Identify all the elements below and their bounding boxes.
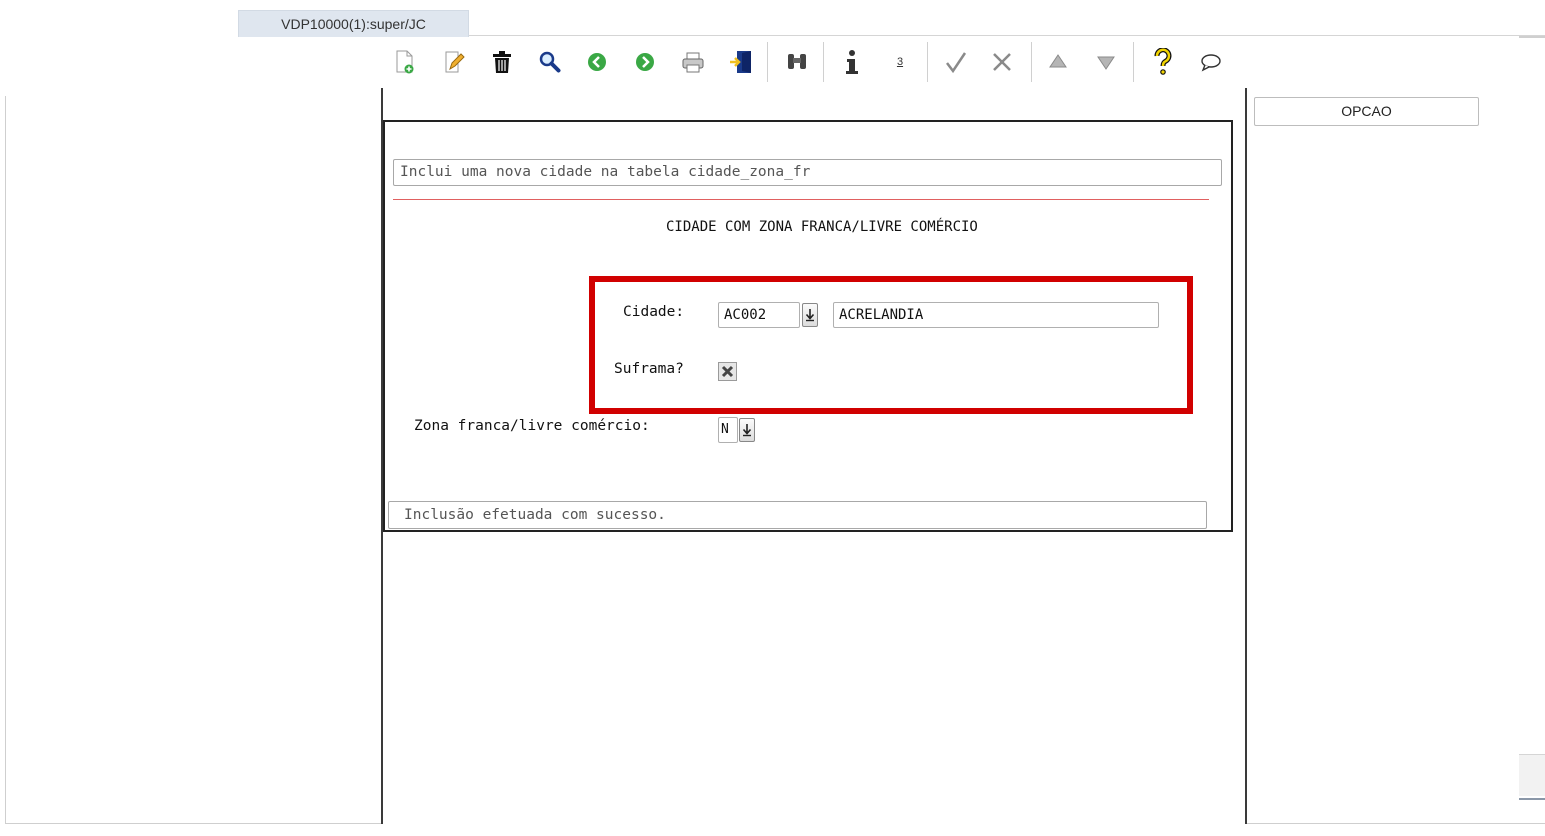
highlight-box (589, 276, 1193, 414)
toolbar-separator (1133, 42, 1134, 82)
right-edge-mark (1519, 36, 1545, 38)
exit-icon[interactable] (727, 48, 755, 76)
confirm-check-icon[interactable] (942, 48, 970, 76)
zona-franca-select[interactable]: N (718, 417, 738, 443)
toolbar-separator (767, 42, 768, 82)
toolbar-separator (1031, 42, 1032, 82)
new-document-icon[interactable] (391, 48, 419, 76)
zona-franca-label: Zona franca/livre comércio: (414, 418, 650, 434)
zona-franca-dropdown-button[interactable] (739, 418, 755, 442)
info-icon[interactable] (838, 48, 866, 76)
previous-icon[interactable] (583, 48, 611, 76)
chat-bubble-icon[interactable] (1197, 48, 1225, 76)
help-icon[interactable] (1149, 48, 1177, 76)
next-icon[interactable] (631, 48, 659, 76)
scroll-up-icon[interactable] (1044, 48, 1072, 76)
program-description: Inclui uma nova cidade na tabela cidade_… (393, 159, 1222, 186)
edit-icon[interactable] (440, 48, 468, 76)
toolbar-separator (927, 42, 928, 82)
cancel-x-icon[interactable] (988, 48, 1016, 76)
toolbar-separator (823, 42, 824, 82)
toolbar: 3 (381, 38, 1247, 88)
chevron-down-icon (742, 424, 752, 437)
scroll-down-icon[interactable] (1092, 48, 1120, 76)
print-icon[interactable] (679, 48, 707, 76)
search-icon[interactable] (536, 48, 564, 76)
sequence-number: 3 (896, 56, 904, 68)
trash-icon[interactable] (488, 48, 516, 76)
title-divider (393, 199, 1209, 200)
status-message: Inclusão efetuada com sucesso. (388, 501, 1207, 529)
binoculars-icon[interactable] (783, 48, 811, 76)
program-tab[interactable]: VDP10000(1):super/JC (238, 10, 469, 37)
right-scroll-area[interactable] (1519, 754, 1545, 796)
sequence-icon[interactable]: 3 (886, 48, 914, 76)
tab-divider (469, 35, 1545, 36)
right-scroll-indicator (1519, 798, 1545, 800)
form-title: CIDADE COM ZONA FRANCA/LIVRE COMÉRCIO (666, 219, 978, 235)
left-border (5, 96, 6, 824)
opcao-button[interactable]: OPCAO (1254, 97, 1479, 126)
